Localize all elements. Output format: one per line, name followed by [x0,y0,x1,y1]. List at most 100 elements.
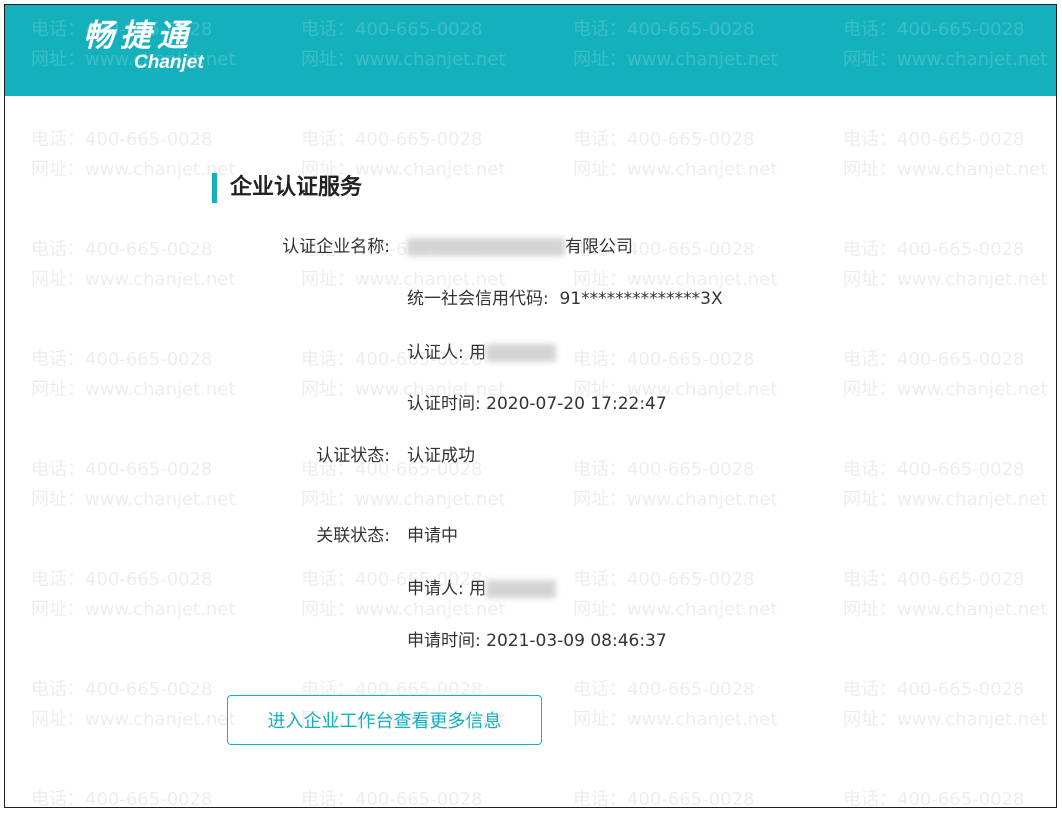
watermark-phone: 电话：400-665-0028 [843,129,1025,150]
watermark-phone: 电话：400-665-0028 [843,789,1025,808]
enter-workspace-button[interactable]: 进入企业工作台查看更多信息 [227,695,542,745]
link-status-label: 关联状态: [316,526,390,546]
watermark-tile: 电话：400-665-0028网址：www.chanjet.net [573,785,777,808]
logo-english-text: Chanjet [134,52,204,73]
watermark-website: 网址：www.chanjet.net [573,599,778,620]
applicant-value: 用 [469,579,487,599]
watermark-phone: 电话：400-665-0028 [301,789,483,808]
certifier-label: 认证人: [407,343,464,363]
credit-code-value: 91**************3X [559,289,723,309]
watermark-tile: 电话：400-665-0028 网址：www.chanjet.net [31,565,235,625]
watermark-website: 网址：www.chanjet.net [843,599,1048,620]
watermark-phone: 电话：400-665-0028 [573,129,755,150]
watermark-tile: 电话：400-665-0028 网址：www.chanjet.net [843,15,1047,75]
watermark-phone: 电话：400-665-0028 [843,679,1025,700]
watermark-website: 网址：www.chanjet.net [573,709,778,730]
watermark-phone: 电话：400-665-0028 [573,569,755,590]
watermark-tile: 电话：400-665-0028网址：www.chanjet.net [31,785,235,808]
watermark-phone: 电话：400-665-0028 [843,569,1025,590]
header-bar: 畅捷通 Chanjet 电话：400-665-0028 网址：www.chanje… [5,5,1056,96]
watermark-tile: 电话：400-665-0028网址：www.chanjet.net [301,785,505,808]
watermark-tile: 电话：400-665-0028 网址：www.chanjet.net [843,345,1047,405]
watermark-website: 网址：www.chanjet.net [31,489,236,510]
watermark-tile: 电话：400-665-0028 网址：www.chanjet.net [573,565,777,625]
watermark-website: 网址：www.chanjet.net [31,159,236,180]
watermark-tile: 电话：400-665-0028 网址：www.chanjet.net [843,565,1047,625]
watermark-website: 网址：www.chanjet.net [843,379,1048,400]
apply-time-row: 申请时间: 2021-03-09 08:46:37 [407,629,667,653]
watermark-website: 网址：www.chanjet.net [573,159,778,180]
watermark-phone: 电话：400-665-0028 [843,239,1025,260]
watermark-phone: 电话：400-665-0028 [31,239,213,260]
watermark-website: 网址：www.chanjet.net [843,159,1048,180]
section-title: 企业认证服务 [212,173,362,203]
watermark-phone: 电话：400-665-0028 [573,19,755,40]
cert-time-row: 认证时间: 2020-07-20 17:22:47 [407,392,667,416]
cert-time-label: 认证时间: [407,394,481,414]
watermark-tile: 电话：400-665-0028 网址：www.chanjet.net [573,125,777,185]
redacted-blur [486,580,557,598]
page-frame: 电话：400-665-0028 网址：www.chanjet.net 电话：400-… [4,4,1057,808]
watermark-tile: 电话：400-665-0028 网址：www.chanjet.net [843,455,1047,515]
watermark-website: 网址：www.chanjet.net [843,489,1048,510]
watermark-tile: 电话：400-665-0028 网址：www.chanjet.net [573,675,777,735]
watermark-tile: 电话：400-665-0028 网址：www.chanjet.net [31,125,235,185]
watermark-phone: 电话：400-665-0028 [573,349,755,370]
watermark-phone: 电话：400-665-0028 [843,19,1025,40]
watermark-website: 网址：www.chanjet.net [301,489,506,510]
certifier-value: 用 [469,343,487,363]
watermark-tile: 电话：400-665-0028 网址：www.chanjet.net [843,235,1047,295]
redacted-blur [486,344,557,362]
watermark-phone: 电话：400-665-0028 [573,679,755,700]
watermark-phone: 电话：400-665-0028 [31,349,213,370]
cert-status-value: 认证成功 [407,446,475,466]
watermark-tile: 电话：400-665-0028 网址：www.chanjet.net [31,235,235,295]
watermark-tile: 电话：400-665-0028 网址：www.chanjet.net [31,345,235,405]
watermark-website: 网址：www.chanjet.net [31,599,236,620]
cert-time-value: 2020-07-20 17:22:47 [486,394,667,414]
watermark-tile: 电话：400-665-0028网址：www.chanjet.net [843,785,1047,808]
watermark-phone: 电话：400-665-0028 [31,569,213,590]
link-status-value: 申请中 [407,526,458,546]
logo-chinese-text: 畅捷通 [83,18,194,54]
watermark-phone: 电话：400-665-0028 [843,459,1025,480]
watermark-website: 网址：www.chanjet.net [301,49,506,70]
redacted-blur [407,238,565,256]
watermark-website: 网址：www.chanjet.net [573,49,778,70]
watermark-tile: 电话：400-665-0028 网址：www.chanjet.net [301,15,505,75]
company-name-value: 有限公司 [407,235,633,259]
cert-status-label: 认证状态: [316,446,390,466]
watermark-website: 网址：www.chanjet.net [31,709,236,730]
watermark-website: 网址：www.chanjet.net [573,489,778,510]
watermark-phone: 电话：400-665-0028 [31,129,213,150]
watermark-phone: 电话：400-665-0028 [31,679,213,700]
apply-time-label: 申请时间: [407,631,481,651]
certifier-row: 认证人: 用 [407,341,557,365]
watermark-phone: 电话：400-665-0028 [31,459,213,480]
company-name-label: 认证企业名称: [282,237,390,257]
watermark-phone: 电话：400-665-0028 [301,129,483,150]
watermark-website: 网址：www.chanjet.net [31,269,236,290]
watermark-tile: 电话：400-665-0028 网址：www.chanjet.net [843,125,1047,185]
watermark-tile: 电话：400-665-0028 网址：www.chanjet.net [31,455,235,515]
chanjet-logo: 畅捷通 Chanjet [83,19,204,74]
watermark-phone: 电话：400-665-0028 [31,789,213,808]
watermark-phone: 电话：400-665-0028 [843,349,1025,370]
watermark-tile: 电话：400-665-0028 网址：www.chanjet.net [573,455,777,515]
watermark-website: 网址：www.chanjet.net [843,709,1048,730]
credit-code-label: 统一社会信用代码: [407,289,549,309]
watermark-phone: 电话：400-665-0028 [301,19,483,40]
watermark-website: 网址：www.chanjet.net [843,49,1048,70]
credit-code-row: 统一社会信用代码: 91**************3X [407,287,723,311]
company-name-suffix: 有限公司 [565,237,633,257]
watermark-website: 网址：www.chanjet.net [31,379,236,400]
apply-time-value: 2021-03-09 08:46:37 [486,631,667,651]
applicant-label: 申请人: [407,579,464,599]
watermark-website: 网址：www.chanjet.net [843,269,1048,290]
watermark-tile: 电话：400-665-0028 网址：www.chanjet.net [31,675,235,735]
watermark-tile: 电话：400-665-0028 网址：www.chanjet.net [843,675,1047,735]
watermark-phone: 电话：400-665-0028 [573,459,755,480]
watermark-tile: 电话：400-665-0028 网址：www.chanjet.net [573,15,777,75]
watermark-phone: 电话：400-665-0028 [573,789,755,808]
applicant-row: 申请人: 用 [407,577,557,601]
